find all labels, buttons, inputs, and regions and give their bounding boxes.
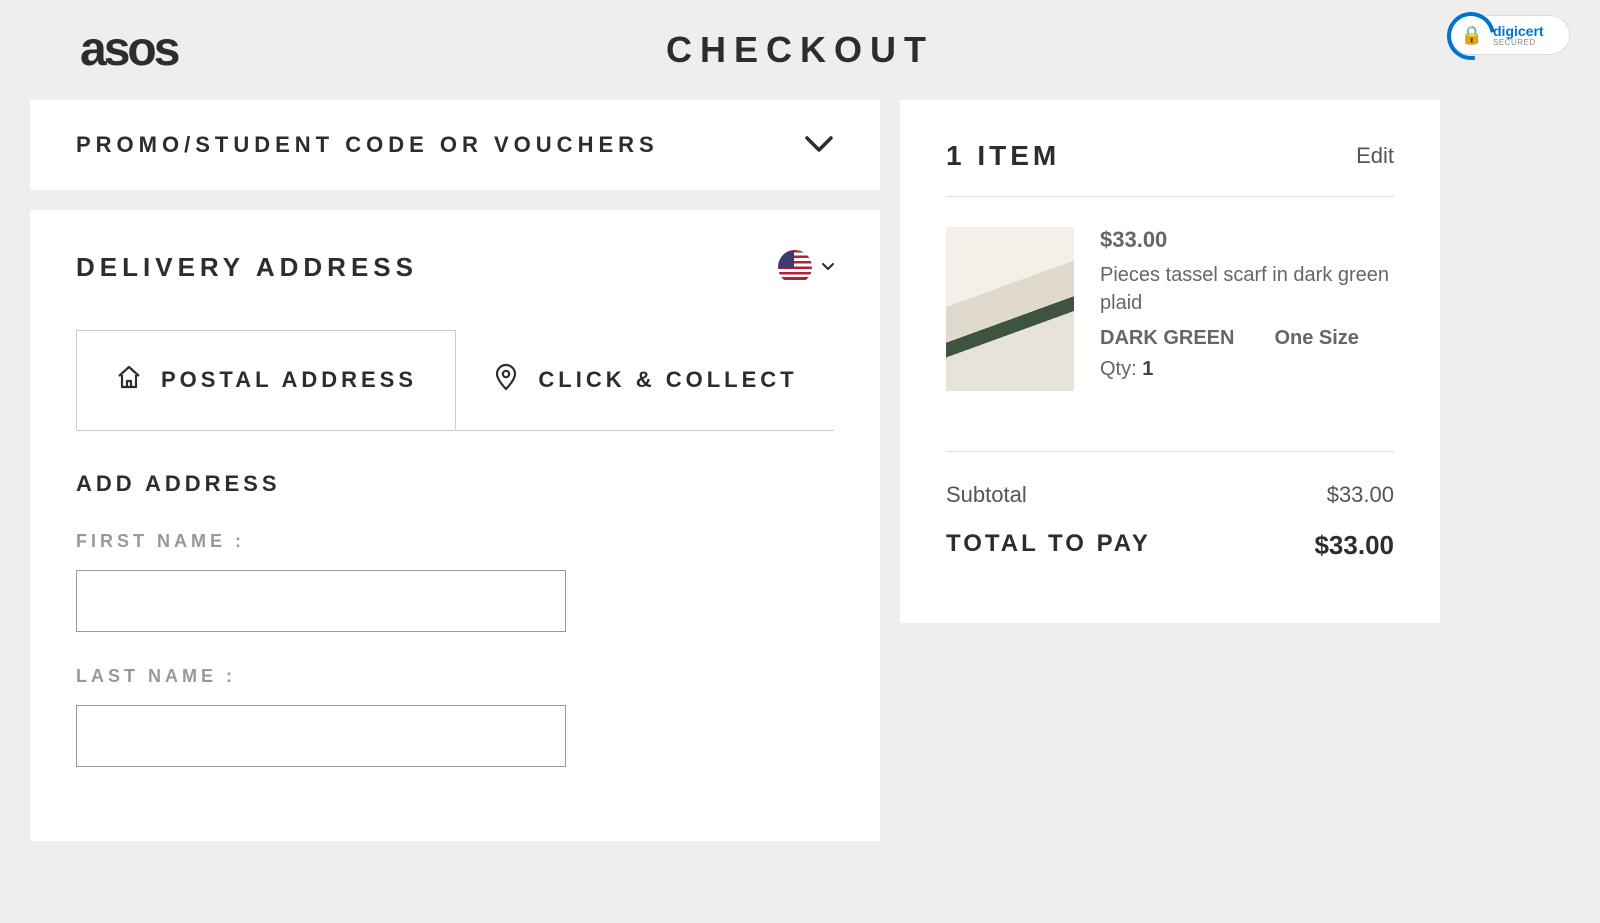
- order-summary: 1 ITEM Edit $33.00 Pieces tassel scarf i…: [900, 100, 1440, 623]
- promo-title: PROMO/STUDENT CODE OR VOUCHERS: [76, 132, 659, 158]
- pin-icon: [492, 363, 520, 397]
- item-color: DARK GREEN: [1100, 327, 1234, 350]
- badge-sub: SECURED: [1493, 38, 1544, 47]
- tab-click-collect[interactable]: CLICK & COLLECT: [456, 330, 834, 430]
- country-selector[interactable]: [778, 250, 834, 284]
- badge-brand: digicert: [1493, 24, 1544, 38]
- product-thumbnail[interactable]: [946, 227, 1074, 391]
- first-name-input[interactable]: [76, 570, 566, 632]
- promo-code-section[interactable]: PROMO/STUDENT CODE OR VOUCHERS: [30, 100, 880, 190]
- bag-item: $33.00 Pieces tassel scarf in dark green…: [946, 227, 1394, 391]
- page-header: asos CHECKOUT 🔒 digicert SECURED: [0, 0, 1600, 100]
- edit-bag-link[interactable]: Edit: [1356, 143, 1394, 169]
- digicert-badge[interactable]: 🔒 digicert SECURED: [1450, 15, 1570, 55]
- delivery-tabs: POSTAL ADDRESS CLICK & COLLECT: [76, 330, 834, 431]
- total-value: $33.00: [1314, 530, 1394, 561]
- last-name-input[interactable]: [76, 705, 566, 767]
- tab-click-collect-label: CLICK & COLLECT: [538, 367, 797, 393]
- item-name: Pieces tassel scarf in dark green plaid: [1100, 261, 1394, 317]
- asos-logo[interactable]: asos: [80, 22, 177, 77]
- subtotal-value: $33.00: [1327, 482, 1394, 508]
- delivery-address-section: DELIVERY ADDRESS POSTAL ADDRESS: [30, 210, 880, 841]
- first-name-label: FIRST NAME :: [76, 531, 834, 552]
- tab-postal-label: POSTAL ADDRESS: [161, 367, 417, 393]
- us-flag-icon: [778, 250, 812, 284]
- lock-icon: 🔒: [1457, 25, 1487, 46]
- item-size: One Size: [1274, 327, 1358, 350]
- item-price: $33.00: [1100, 227, 1394, 253]
- subtotal-row: Subtotal $33.00: [946, 482, 1394, 508]
- add-address-heading: ADD ADDRESS: [76, 471, 834, 497]
- item-qty: Qty: 1: [1100, 358, 1394, 381]
- total-row: TOTAL TO PAY $33.00: [946, 530, 1394, 561]
- tab-postal-address[interactable]: POSTAL ADDRESS: [76, 330, 456, 430]
- total-label: TOTAL TO PAY: [946, 530, 1151, 561]
- summary-item-count: 1 ITEM: [946, 140, 1060, 172]
- page-title: CHECKOUT: [666, 29, 934, 71]
- chevron-down-icon: [804, 130, 834, 160]
- delivery-title: DELIVERY ADDRESS: [76, 252, 418, 283]
- home-icon: [115, 363, 143, 397]
- chevron-down-icon: [822, 258, 834, 276]
- last-name-label: LAST NAME :: [76, 666, 834, 687]
- divider: [946, 451, 1394, 452]
- subtotal-label: Subtotal: [946, 482, 1027, 508]
- divider: [946, 196, 1394, 197]
